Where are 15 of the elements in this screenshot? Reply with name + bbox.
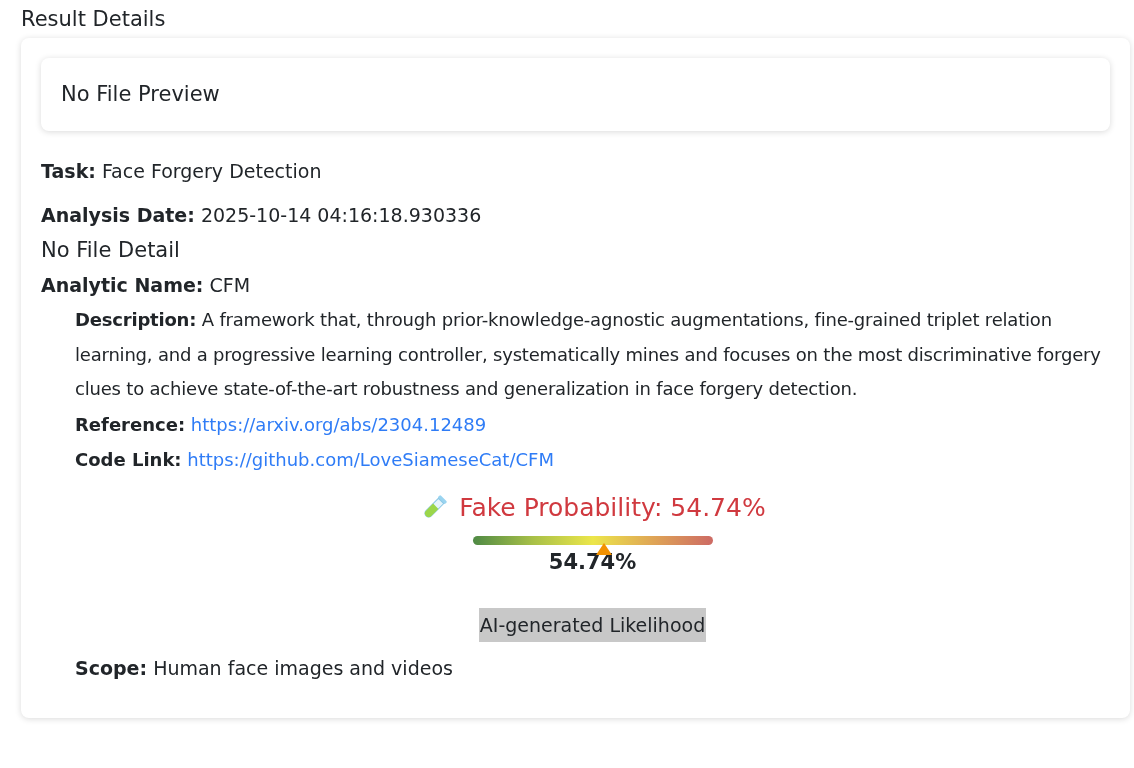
probability-value: 54.74% [548, 548, 637, 576]
link-label: Code Link: [75, 448, 182, 470]
scope-text: Scope: Human face images and videos [75, 655, 454, 681]
link-label: Reference: [75, 413, 186, 435]
likelihood-label: AI-generated Likelihood [478, 607, 707, 642]
link[interactable]: https://arxiv.org/abs/2304.12489 [190, 413, 487, 435]
probability-title: Fake Probability: 54.74% [459, 491, 766, 524]
section-title: Result Details [21, 6, 167, 33]
description-text: Description: A framework that, through prior-knowledge-agnostic augmentations, fine-grained triplet relation learning, and a progressive learning controller, systematically mines and focuses on the most discriminative forgery clues to achieve state-of-the-art robustness and generalization in face forgery detection. [75, 308, 1102, 401]
field-text: Task: Face Forgery Detection [41, 159, 323, 184]
analytic-name: Analytic Name: CFM [41, 273, 252, 298]
file-detail-message: No File Detail [41, 237, 181, 264]
link[interactable]: https://github.com/LoveSiameseCat/CFM [187, 448, 554, 470]
preview-message: No File Preview [61, 81, 221, 108]
field-text: Analysis Date: 2025-10-14 04:16:18.930336 [41, 203, 483, 228]
